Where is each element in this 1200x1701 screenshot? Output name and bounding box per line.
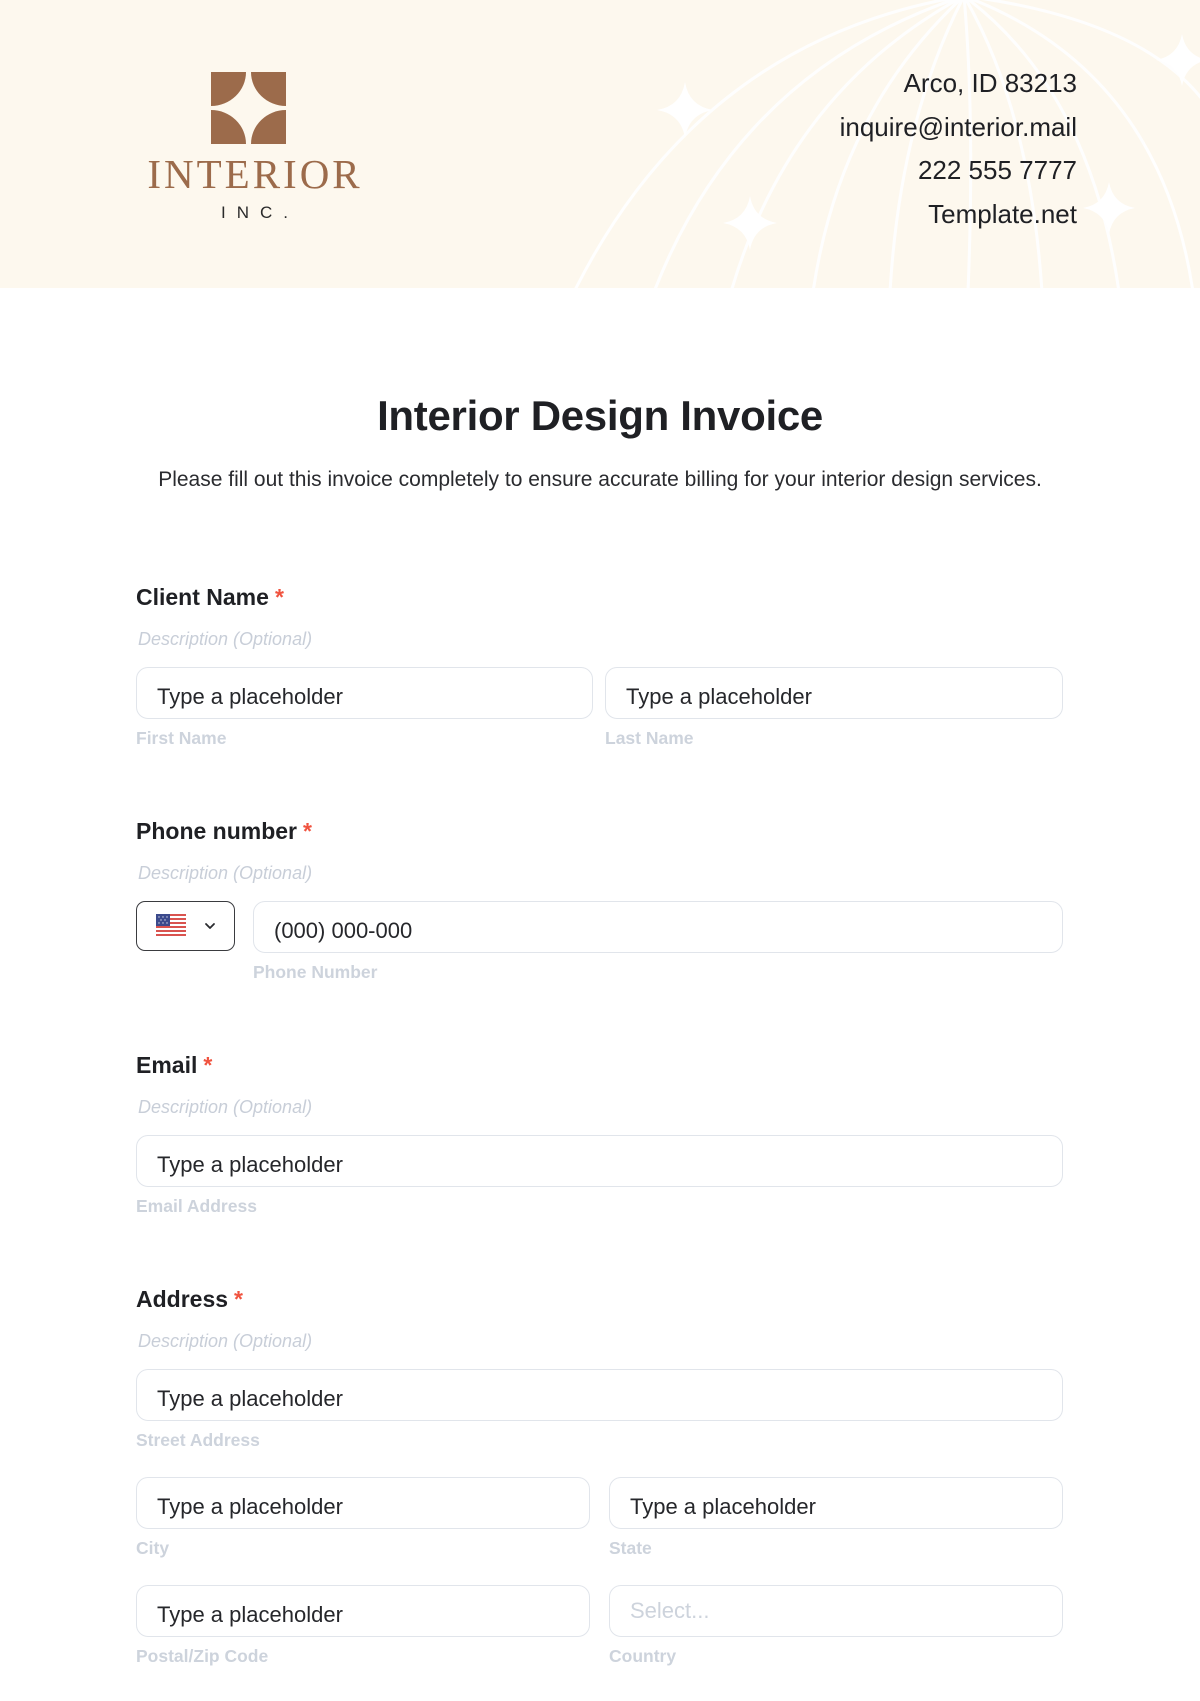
sparkle-icon	[1156, 34, 1200, 86]
city-helper: City	[136, 1538, 170, 1558]
state-input[interactable]: Type a placeholder	[609, 1477, 1063, 1529]
contact-website: Template.net	[928, 198, 1077, 229]
country-helper: Country	[609, 1646, 677, 1666]
sparkle-icon	[657, 82, 713, 138]
email-label: Email *	[136, 1052, 213, 1078]
last-name-helper: Last Name	[605, 728, 694, 748]
city-input[interactable]: Type a placeholder	[136, 1477, 590, 1529]
first-name-helper: First Name	[136, 728, 227, 748]
required-asterisk: *	[274, 584, 284, 610]
required-asterisk: *	[303, 818, 312, 844]
country-select[interactable]: Select...	[609, 1585, 1063, 1637]
phone-description: Description (Optional)	[138, 863, 313, 883]
postal-code-input[interactable]: Type a placeholder	[136, 1585, 590, 1637]
contact-phone: 222 555 7777	[917, 155, 1077, 185]
logo-suffix: INC.	[221, 203, 299, 222]
address-description: Description (Optional)	[138, 1331, 313, 1351]
first-name-input[interactable]: Type a placeholder	[136, 667, 593, 719]
company-logo: INTERIOR INC.	[120, 70, 390, 230]
sparkle-icon	[723, 196, 777, 250]
last-name-input[interactable]: Type a placeholder	[605, 667, 1063, 719]
email-input[interactable]: Type a placeholder	[136, 1135, 1063, 1187]
email-helper: Email Address	[136, 1196, 257, 1216]
page-title: Interior Design Invoice	[377, 392, 823, 439]
required-asterisk: *	[203, 1052, 213, 1078]
contact-info: Arco, ID 83213 inquire@interior.mail 222…	[840, 62, 1077, 236]
chevron-down-icon	[205, 923, 215, 929]
country-code-select[interactable]	[136, 901, 235, 951]
client-name-description: Description (Optional)	[138, 629, 313, 649]
phone-number-input[interactable]: (000) 000-000	[253, 901, 1063, 953]
form-intro: Please fill out this invoice completely …	[158, 468, 1042, 491]
sparkle-icon	[1083, 182, 1135, 234]
state-helper: State	[609, 1538, 652, 1558]
logo-mark-icon	[211, 72, 286, 144]
address-label: Address *	[136, 1286, 243, 1312]
phone-number-helper: Phone Number	[253, 962, 378, 982]
us-flag-icon	[156, 914, 186, 938]
logo-wordmark: INTERIOR	[147, 151, 363, 197]
email-description: Description (Optional)	[138, 1097, 313, 1117]
required-asterisk: *	[234, 1286, 243, 1312]
phone-label: Phone number *	[136, 818, 312, 844]
page-header: INTERIOR INC. Arco, ID 83213 inquire@int…	[0, 0, 1200, 288]
street-address-input[interactable]: Type a placeholder	[136, 1369, 1063, 1421]
street-address-helper: Street Address	[136, 1430, 260, 1450]
contact-email: inquire@interior.mail	[839, 111, 1077, 142]
postal-code-helper: Postal/Zip Code	[136, 1646, 269, 1666]
contact-address: Arco, ID 83213	[903, 68, 1077, 98]
client-name-label: Client Name *	[136, 584, 284, 610]
